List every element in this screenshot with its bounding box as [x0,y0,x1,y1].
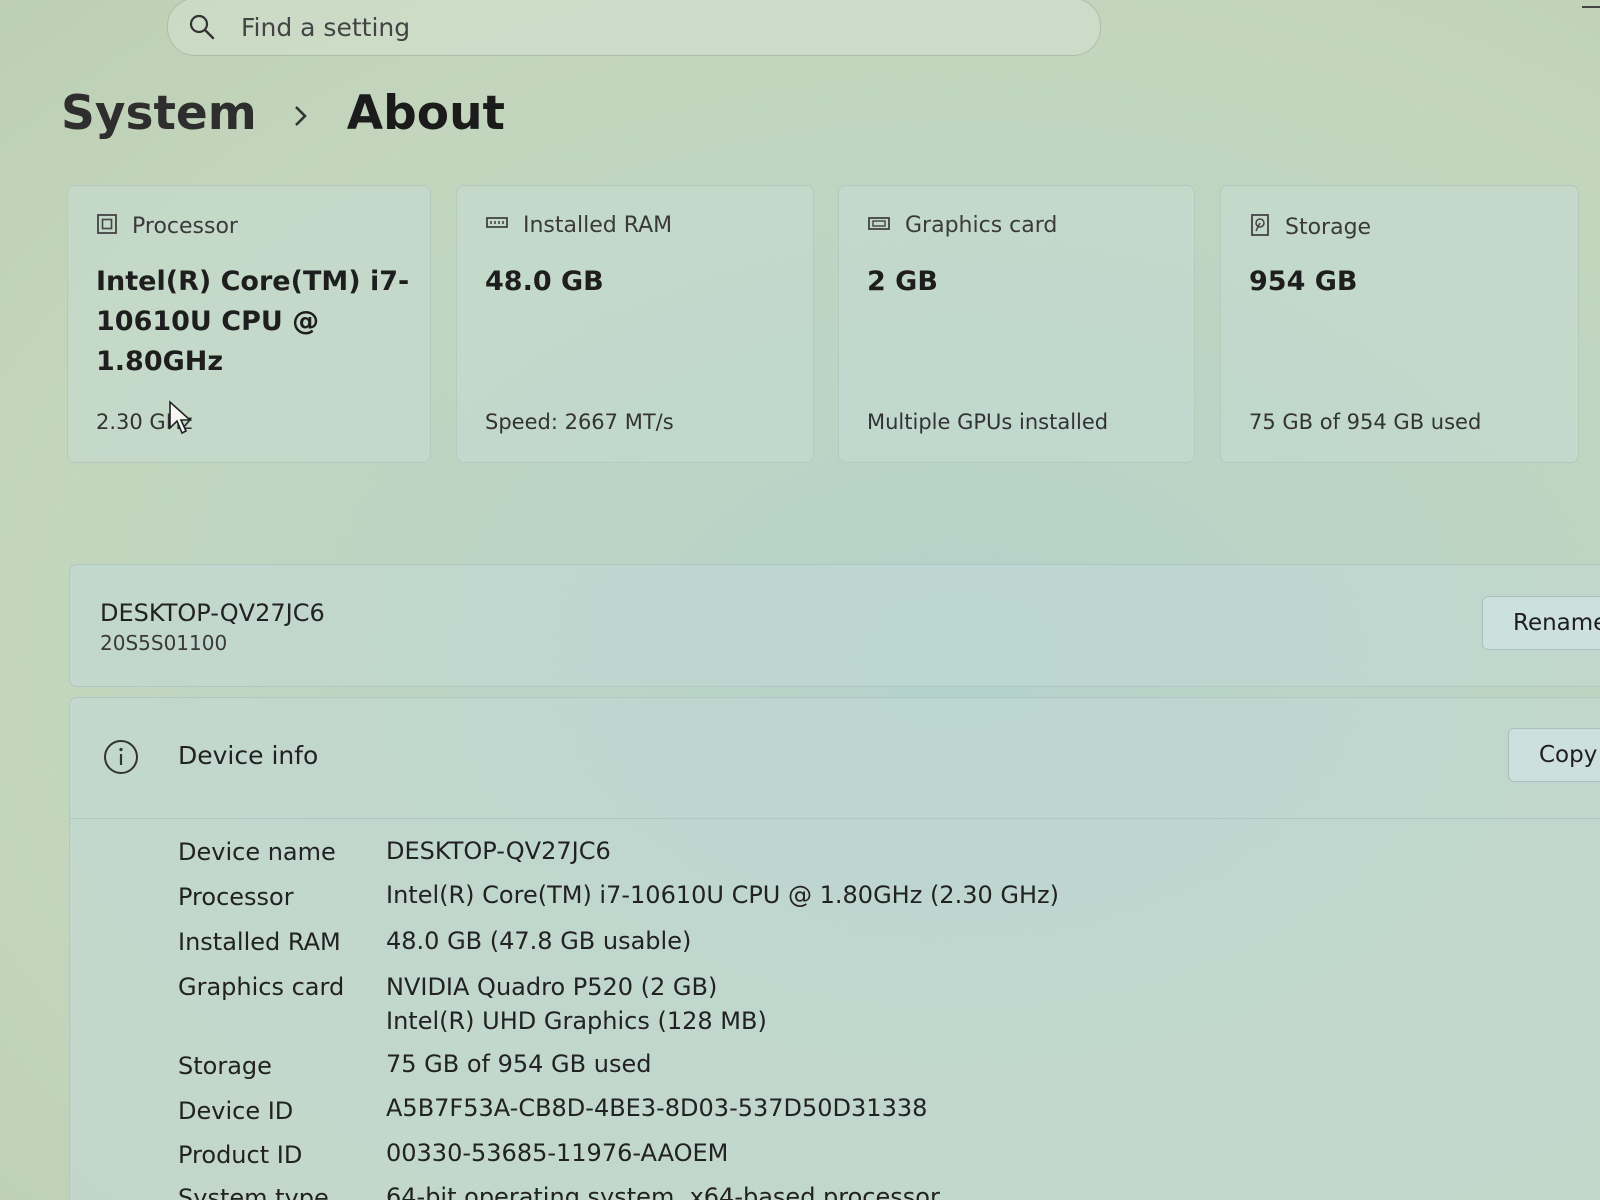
minimize-button[interactable] [1582,6,1600,8]
info-key: System type [178,1184,329,1200]
card-subtext: Speed: 2667 MT/s [485,410,674,434]
search-box[interactable] [167,0,1101,56]
device-name: DESKTOP-QV27JC6 [100,599,325,627]
device-model: 20S5S01100 [100,631,228,655]
card-subtext: 75 GB of 954 GB used [1249,410,1482,434]
info-key: Graphics card [178,973,345,1001]
rename-button[interactable]: Rename [1482,596,1600,650]
card-value: Intel(R) Core(TM) i7-10610U CPU @ 1.80GH… [96,266,410,377]
storage-card: Storage 954 GB 75 GB of 954 GB used [1220,185,1579,463]
device-info-panel: Device info Copy Device name DESKTOP-QV2… [69,697,1600,1200]
page-title: About [346,86,506,141]
info-key: Device name [178,838,336,866]
installed-ram-card: Installed RAM 48.0 GB Speed: 2667 MT/s [456,185,814,463]
search-input[interactable] [241,8,1061,46]
card-label: Graphics card [905,213,1058,238]
mouse-pointer-icon [168,400,193,440]
device-info-title: Device info [178,741,319,770]
processor-card: Processor Intel(R) Core(TM) i7-10610U CP… [67,185,431,463]
search-icon [188,13,216,45]
breadcrumb: System About [61,86,505,141]
ram-icon [485,214,509,238]
chevron-right-icon [293,86,309,141]
breadcrumb-system[interactable]: System [61,86,257,141]
info-value: 00330-53685-11976-AAOEM [386,1139,729,1167]
info-value: A5B7F53A-CB8D-4BE3-8D03-537D50D31338 [386,1094,928,1122]
info-value: Intel(R) UHD Graphics (128 MB) [386,1007,767,1035]
card-subtext: Multiple GPUs installed [867,410,1109,434]
processor-icon [96,213,118,239]
info-key: Device ID [178,1097,294,1125]
graphics-card-icon [867,214,891,238]
info-value: NVIDIA Quadro P520 (2 GB) [386,973,718,1001]
card-label: Processor [132,213,238,239]
info-value: 64-bit operating system, x64-based proce… [386,1184,940,1200]
graphics-card-card: Graphics card 2 GB Multiple GPUs install… [838,185,1195,463]
card-value: 48.0 GB [485,266,604,297]
info-key: Product ID [178,1141,303,1169]
info-value: 48.0 GB (47.8 GB usable) [386,927,692,955]
info-key: Processor [178,883,294,911]
card-value: 2 GB [867,266,938,297]
info-value: Intel(R) Core(TM) i7-10610U CPU @ 1.80GH… [386,881,1059,909]
info-value: 75 GB of 954 GB used [386,1050,652,1078]
card-label: Installed RAM [523,213,673,238]
copy-button[interactable]: Copy [1508,728,1600,782]
info-icon [102,738,140,780]
info-row-system-type: System type 64-bit operating system, x64… [178,1184,1478,1200]
info-value: DESKTOP-QV27JC6 [386,837,611,865]
storage-icon [1249,213,1271,241]
card-label: Storage [1285,214,1372,240]
info-key: Installed RAM [178,928,341,956]
card-value: 954 GB [1249,266,1358,297]
info-key: Storage [178,1052,272,1080]
device-name-panel: DESKTOP-QV27JC6 20S5S01100 Rename [69,564,1600,687]
device-info-header[interactable]: Device info Copy [70,698,1600,819]
